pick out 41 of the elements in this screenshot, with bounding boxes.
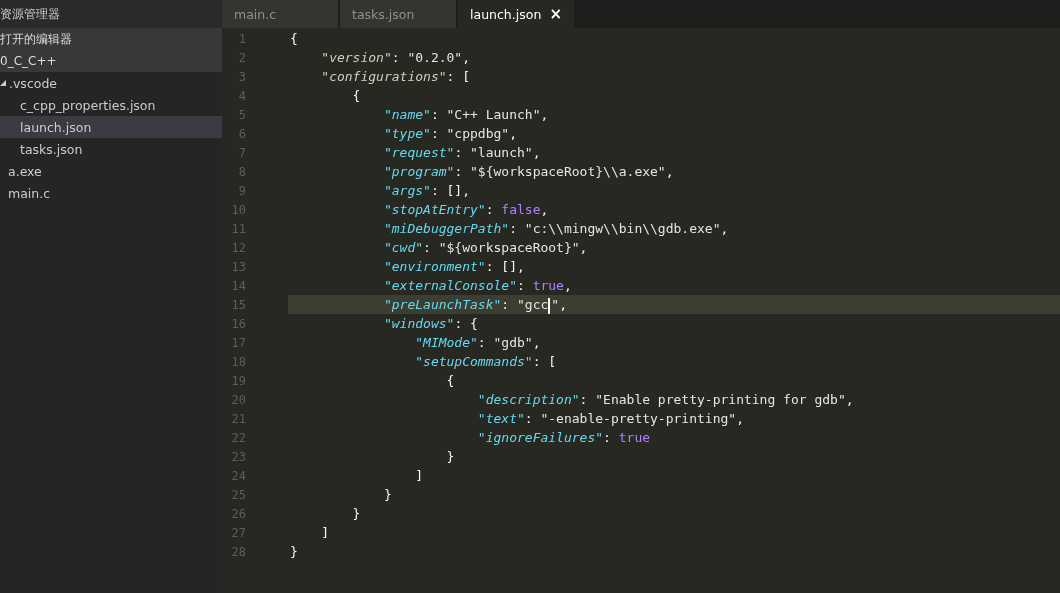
tree-item[interactable]: launch.json [0, 116, 222, 138]
code-line: "cwd": "${workspaceRoot}", [382, 239, 589, 257]
code-line: "program": "${workspaceRoot}\\a.exe", [382, 163, 675, 181]
code-line: ] [320, 524, 331, 542]
code-line: "text": "-enable-pretty-printing", [476, 410, 745, 428]
caret-icon[interactable] [0, 80, 6, 86]
code-line: "configurations": [ [320, 68, 472, 86]
section-header[interactable]: 0_C_C++ [0, 50, 222, 72]
explorer-title: 资源管理器 [0, 0, 222, 28]
code-line: } [382, 486, 393, 504]
code-line: "windows": { [382, 315, 479, 333]
code-line: "ignoreFailures": true [476, 429, 652, 447]
code-line: } [445, 448, 456, 466]
code-line: "stopAtEntry": false, [382, 201, 550, 219]
editor-tab[interactable]: launch.json × [458, 0, 576, 28]
code-line: "setupCommands": [ [414, 353, 558, 371]
tree-item[interactable]: a.exe [0, 160, 222, 182]
code-line: "name": "C++ Launch", [382, 106, 550, 124]
code-line: { [445, 372, 456, 390]
tree-item[interactable]: .vscode [0, 72, 222, 94]
code-line: "request": "launch", [382, 144, 542, 162]
code-line: "type": "cppdbg", [382, 125, 518, 143]
code-line: "description": "Enable pretty-printing for gdb", [476, 391, 855, 409]
code-line: "externalConsole": true, [382, 277, 573, 295]
editor-tab[interactable]: tasks.json [340, 0, 458, 28]
code-line: } [351, 505, 362, 523]
code-line: "MIMode": "gdb", [414, 334, 542, 352]
code-line: "environment": [], [382, 258, 526, 276]
code-line: } [289, 543, 299, 561]
code-line: "miDebuggerPath": "c:\\mingw\\bin\\gdb.exe", [382, 220, 730, 238]
code-line: ] [414, 467, 425, 485]
tree-item[interactable]: main.c [0, 182, 222, 204]
editor-tab[interactable]: main.c [222, 0, 340, 28]
close-icon[interactable]: × [549, 5, 562, 23]
code-line: { [351, 87, 362, 105]
tree-item[interactable]: tasks.json [0, 138, 222, 160]
tree-item[interactable]: c_cpp_properties.json [0, 94, 222, 116]
section-header[interactable]: 打开的编辑器 [0, 28, 222, 50]
code-line: { [289, 30, 299, 48]
code-line: "version": "0.2.0", [320, 49, 472, 67]
code-line: "args": [], [382, 182, 472, 200]
